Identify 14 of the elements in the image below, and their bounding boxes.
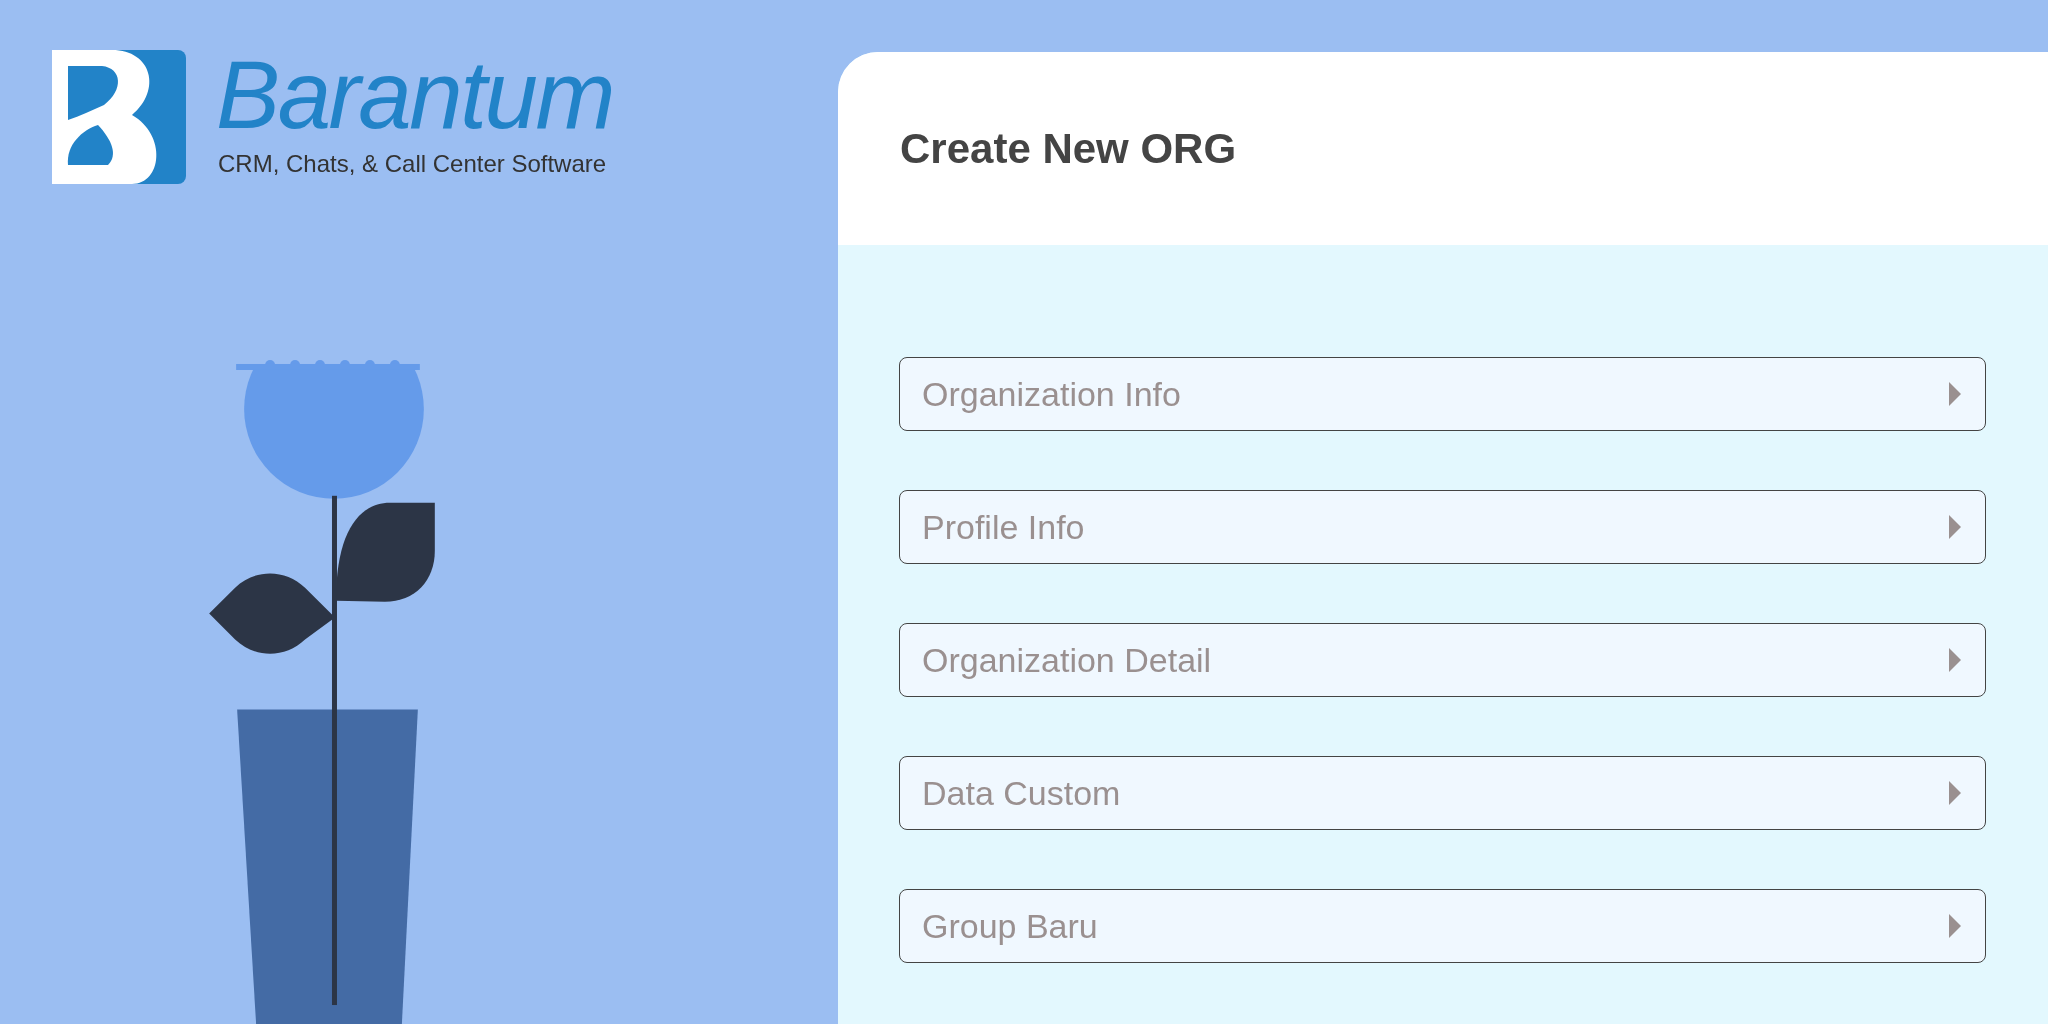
section-toggle[interactable]: Organization Detail: [899, 623, 1986, 697]
section-toggle[interactable]: Organization Info: [899, 357, 1986, 431]
brand-tagline: CRM, Chats, & Call Center Software: [218, 149, 608, 179]
caret-right-icon: [1947, 382, 1963, 406]
caret-right-icon: [1947, 648, 1963, 672]
caret-right-icon: [1947, 781, 1963, 805]
section-toggle[interactable]: Data Custom: [899, 756, 1986, 830]
section-toggle[interactable]: Profile Info: [899, 490, 1986, 564]
brand-name: Barantum: [216, 50, 613, 140]
logo-icon: [52, 50, 186, 184]
page-title: Create New ORG: [900, 124, 1237, 174]
caret-right-icon: [1947, 515, 1963, 539]
section-toggle[interactable]: Group Baru: [899, 889, 1986, 963]
caret-right-icon: [1947, 914, 1963, 938]
